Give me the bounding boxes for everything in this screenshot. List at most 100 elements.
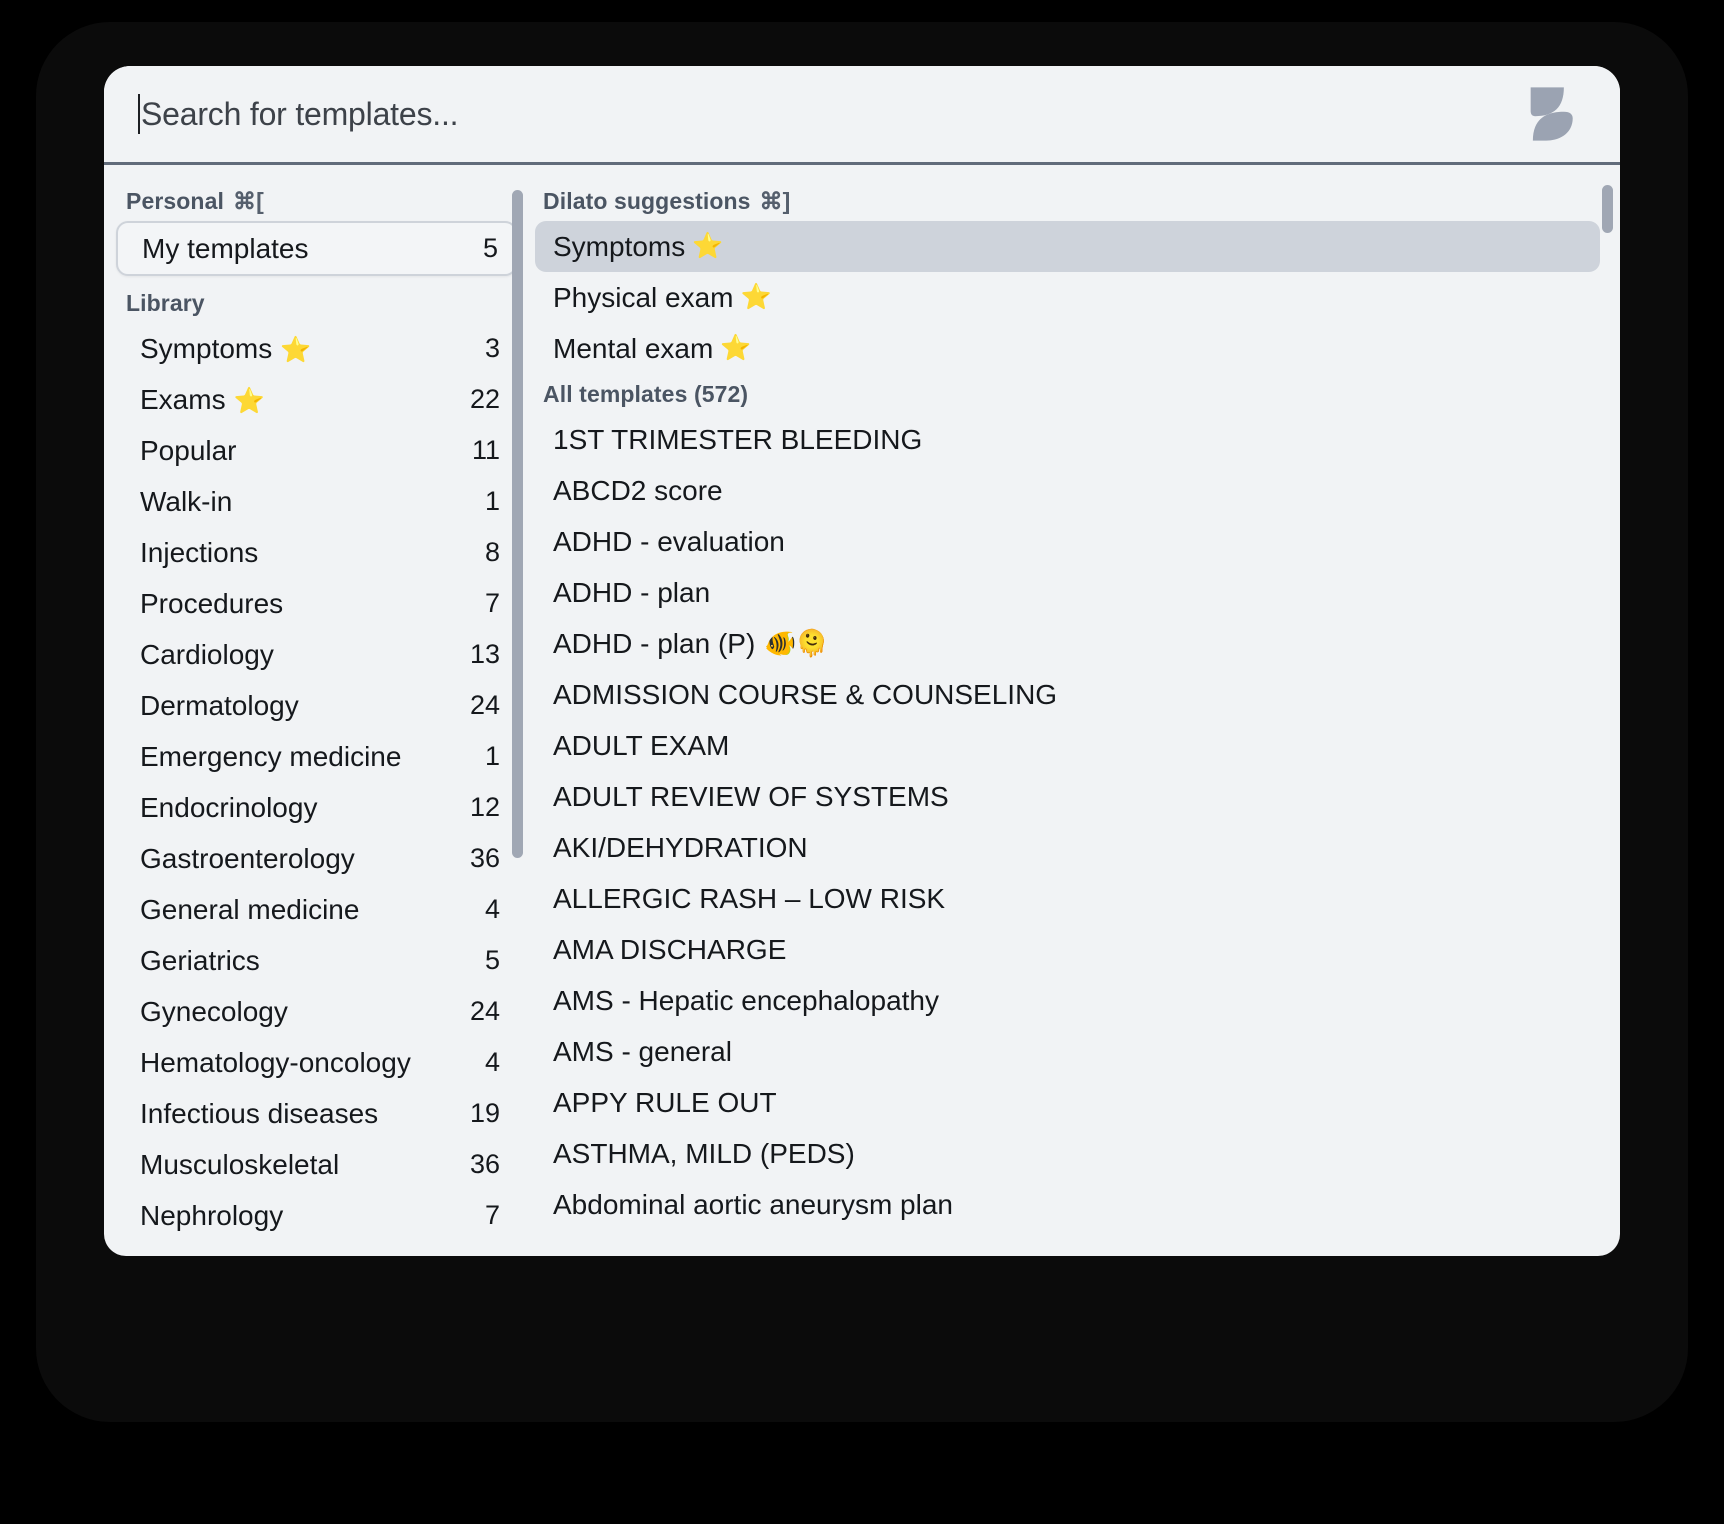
- sidebar-item-count: 1: [475, 486, 500, 517]
- templates-scrollbar[interactable]: [1600, 165, 1614, 1256]
- sidebar: Personal ⌘[ My templates5 Library Sympto…: [104, 165, 529, 1256]
- sidebar-item-musculoskeletal[interactable]: Musculoskeletal36: [116, 1139, 517, 1190]
- sidebar-item-count: 7: [475, 588, 500, 619]
- sidebar-item-label: My templates: [142, 233, 473, 265]
- suggestion-item-symptoms[interactable]: Symptoms⭐: [535, 221, 1600, 272]
- sidebar-item-infectious-diseases[interactable]: Infectious diseases19: [116, 1088, 517, 1139]
- sidebar-scrollbar-thumb[interactable]: [512, 190, 523, 858]
- sidebar-item-count: 1: [475, 741, 500, 772]
- sidebar-item-emergency-medicine[interactable]: Emergency medicine1: [116, 731, 517, 782]
- sidebar-item-count: 8: [475, 537, 500, 568]
- text-caret: [138, 94, 140, 134]
- sidebar-item-label: Endocrinology: [140, 792, 460, 824]
- template-item[interactable]: APPY RULE OUT: [535, 1077, 1600, 1128]
- sidebar-item-count: 7: [475, 1200, 500, 1231]
- sidebar-item-count: 5: [473, 233, 498, 264]
- template-item[interactable]: ABCD2 score: [535, 465, 1600, 516]
- sidebar-item-count: 4: [475, 1047, 500, 1078]
- sidebar-item-cardiology[interactable]: Cardiology13: [116, 629, 517, 680]
- template-item[interactable]: ASTHMA, MILD (PEDS): [535, 1128, 1600, 1179]
- sidebar-scrollbar[interactable]: [510, 165, 524, 1256]
- sidebar-library-list: Symptoms⭐3Exams⭐22Popular11Walk-in1Injec…: [104, 323, 529, 1241]
- suggestions-shortcut: ⌘]: [760, 184, 791, 218]
- template-item[interactable]: ADULT EXAM: [535, 720, 1600, 771]
- star-icon: ⭐: [720, 334, 751, 363]
- sidebar-item-my-templates[interactable]: My templates5: [116, 221, 517, 276]
- all-templates-list: 1ST TRIMESTER BLEEDINGABCD2 scoreADHD - …: [529, 414, 1620, 1230]
- sidebar-item-endocrinology[interactable]: Endocrinology12: [116, 782, 517, 833]
- template-label: ADULT EXAM: [553, 730, 729, 762]
- template-item[interactable]: ADHD - evaluation: [535, 516, 1600, 567]
- sidebar-library-header-label: Library: [126, 286, 205, 320]
- search-input[interactable]: [141, 90, 1506, 138]
- sidebar-item-nephrology[interactable]: Nephrology7: [116, 1190, 517, 1241]
- template-item[interactable]: AMS - Hepatic encephalopathy: [535, 975, 1600, 1026]
- sidebar-item-label: Geriatrics: [140, 945, 475, 977]
- star-icon: ⭐: [280, 336, 311, 364]
- templates-scrollbar-thumb[interactable]: [1602, 185, 1613, 233]
- template-picker-panel: Personal ⌘[ My templates5 Library Sympto…: [104, 66, 1620, 1256]
- template-item[interactable]: ADMISSION COURSE & COUNSELING: [535, 669, 1600, 720]
- sidebar-item-exams[interactable]: Exams⭐22: [116, 374, 517, 425]
- template-label: ASTHMA, MILD (PEDS): [553, 1138, 855, 1170]
- sidebar-personal-header-label: Personal: [126, 184, 224, 218]
- search-bar[interactable]: [104, 66, 1620, 165]
- star-icon: ⭐: [692, 232, 723, 261]
- template-item[interactable]: ALLERGIC RASH – LOW RISK: [535, 873, 1600, 924]
- sidebar-item-injections[interactable]: Injections8: [116, 527, 517, 578]
- template-label: Mental exam: [553, 333, 713, 365]
- template-label: ADHD - plan (P): [553, 628, 755, 660]
- template-item[interactable]: ADULT REVIEW OF SYSTEMS: [535, 771, 1600, 822]
- sidebar-item-count: 13: [460, 639, 500, 670]
- sidebar-item-count: 4: [475, 894, 500, 925]
- template-item[interactable]: AMS - general: [535, 1026, 1600, 1077]
- sidebar-item-procedures[interactable]: Procedures7: [116, 578, 517, 629]
- template-label: ADULT REVIEW OF SYSTEMS: [553, 781, 949, 813]
- sidebar-item-label: Symptoms⭐: [140, 333, 475, 365]
- sidebar-item-symptoms[interactable]: Symptoms⭐3: [116, 323, 517, 374]
- sidebar-item-dermatology[interactable]: Dermatology24: [116, 680, 517, 731]
- suggestions-header-label: Dilato suggestions: [543, 184, 751, 218]
- sidebar-item-gastroenterology[interactable]: Gastroenterology36: [116, 833, 517, 884]
- template-item[interactable]: ADHD - plan (P) 🐠🫠: [535, 618, 1600, 669]
- sidebar-item-label: Gastroenterology: [140, 843, 460, 875]
- sidebar-item-gynecology[interactable]: Gynecology24: [116, 986, 517, 1037]
- template-item[interactable]: 1ST TRIMESTER BLEEDING: [535, 414, 1600, 465]
- template-label: AKI/DEHYDRATION: [553, 832, 808, 864]
- sidebar-item-count: 5: [475, 945, 500, 976]
- sidebar-item-count: 19: [460, 1098, 500, 1129]
- dilato-logo-icon: [1518, 83, 1592, 145]
- panel-body: Personal ⌘[ My templates5 Library Sympto…: [104, 165, 1620, 1256]
- sidebar-item-label: Dermatology: [140, 690, 460, 722]
- suggestion-item-mental-exam[interactable]: Mental exam⭐: [535, 323, 1600, 374]
- sidebar-item-count: 24: [460, 996, 500, 1027]
- star-icon: ⭐: [741, 283, 772, 312]
- sidebar-item-hematology-oncology[interactable]: Hematology-oncology4: [116, 1037, 517, 1088]
- template-item[interactable]: Abdominal aortic aneurysm plan: [535, 1179, 1600, 1230]
- template-emoji: 🐠🫠: [764, 628, 827, 659]
- sidebar-item-label: Procedures: [140, 588, 475, 620]
- sidebar-item-label: Nephrology: [140, 1200, 475, 1232]
- sidebar-item-label: Popular: [140, 435, 462, 467]
- template-item[interactable]: AKI/DEHYDRATION: [535, 822, 1600, 873]
- sidebar-item-label: General medicine: [140, 894, 475, 926]
- sidebar-item-label: Injections: [140, 537, 475, 569]
- suggestion-item-physical-exam[interactable]: Physical exam⭐: [535, 272, 1600, 323]
- sidebar-item-label: Cardiology: [140, 639, 460, 671]
- screen: Personal ⌘[ My templates5 Library Sympto…: [0, 0, 1724, 1524]
- template-label: AMS - Hepatic encephalopathy: [553, 985, 939, 1017]
- template-label: Abdominal aortic aneurysm plan: [553, 1189, 953, 1221]
- sidebar-item-count: 22: [460, 384, 500, 415]
- sidebar-item-walk-in[interactable]: Walk-in1: [116, 476, 517, 527]
- sidebar-item-geriatrics[interactable]: Geriatrics5: [116, 935, 517, 986]
- template-label: APPY RULE OUT: [553, 1087, 777, 1119]
- sidebar-item-popular[interactable]: Popular11: [116, 425, 517, 476]
- sidebar-personal-header: Personal ⌘[: [104, 181, 529, 221]
- all-templates-header-label: All templates (572): [543, 377, 748, 411]
- template-item[interactable]: AMA DISCHARGE: [535, 924, 1600, 975]
- template-item[interactable]: ADHD - plan: [535, 567, 1600, 618]
- sidebar-item-general-medicine[interactable]: General medicine4: [116, 884, 517, 935]
- template-label: AMA DISCHARGE: [553, 934, 786, 966]
- sidebar-item-label: Gynecology: [140, 996, 460, 1028]
- sidebar-personal-list: My templates5: [104, 221, 529, 276]
